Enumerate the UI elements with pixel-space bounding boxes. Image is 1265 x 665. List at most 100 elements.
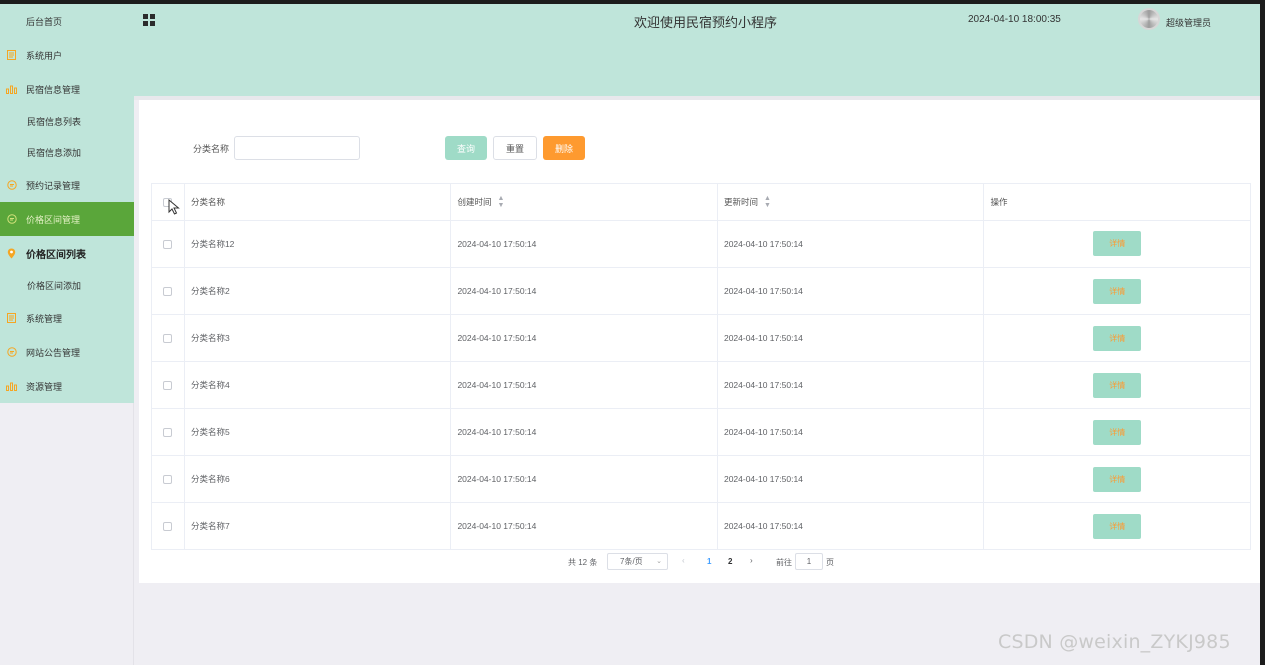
- cell-updated: 2024-04-10 17:50:14: [718, 456, 985, 502]
- sidebar-item-price-range-add[interactable]: 价格区间添加: [0, 270, 134, 301]
- cell-created: 2024-04-10 17:50:14: [451, 503, 718, 549]
- sidebar: 后台首页 系统用户 民宿信息管理 民宿信息列表 民宿信息添加 预约记录管理 价格…: [0, 4, 134, 665]
- page-unit-label: 页: [826, 558, 834, 567]
- cell-name: 分类名称12: [185, 221, 452, 267]
- row-checkbox[interactable]: [163, 521, 173, 531]
- avatar[interactable]: [1138, 8, 1160, 30]
- row-select-cell: [152, 409, 185, 455]
- cell-actions: 详情: [984, 315, 1250, 361]
- sidebar-menu: 后台首页 系统用户 民宿信息管理 民宿信息列表 民宿信息添加 预约记录管理 价格…: [0, 4, 134, 403]
- cell-actions: 详情: [984, 221, 1250, 267]
- table-row: 分类名称3 2024-04-10 17:50:14 2024-04-10 17:…: [152, 315, 1250, 362]
- cell-updated: 2024-04-10 17:50:14: [718, 268, 985, 314]
- cell-actions: 详情: [984, 456, 1250, 502]
- detail-button[interactable]: 详情: [1093, 372, 1142, 398]
- page-size-select[interactable]: 7条/页 ⌄: [607, 553, 668, 570]
- page-number-1[interactable]: 1: [707, 557, 711, 566]
- main-panel: 分类名称 查询 重置 删除 分类名称 创建时间 ▲▼ 更新时间 ▲▼ 操作: [139, 100, 1260, 583]
- detail-button[interactable]: 详情: [1093, 466, 1142, 492]
- cell-name: 分类名称6: [185, 456, 452, 502]
- row-select-cell: [152, 315, 185, 361]
- column-header-updated[interactable]: 更新时间 ▲ ▼: [718, 184, 985, 220]
- row-select-cell: [152, 268, 185, 314]
- sort-icon[interactable]: ▲ ▼: [764, 195, 771, 209]
- cell-actions: 详情: [984, 268, 1250, 314]
- sidebar-item-booking-records[interactable]: 预约记录管理: [0, 168, 134, 202]
- row-checkbox[interactable]: [163, 474, 173, 484]
- document-icon: [6, 50, 17, 61]
- sidebar-item-resources[interactable]: 资源管理: [0, 369, 134, 403]
- cell-updated: 2024-04-10 17:50:14: [718, 503, 985, 549]
- row-checkbox[interactable]: [163, 286, 173, 296]
- datetime-display: 2024-04-10 18:00:35: [968, 14, 1061, 25]
- sidebar-item-announcements[interactable]: 网站公告管理: [0, 335, 134, 369]
- pagination-total: 共 12 条: [568, 558, 598, 567]
- sort-icon[interactable]: ▲ ▼: [497, 195, 504, 209]
- table-row: 分类名称4 2024-04-10 17:50:14 2024-04-10 17:…: [152, 362, 1250, 409]
- row-checkbox[interactable]: [163, 333, 173, 343]
- row-checkbox[interactable]: [163, 427, 173, 437]
- detail-button[interactable]: 详情: [1093, 419, 1142, 445]
- row-checkbox[interactable]: [163, 239, 173, 249]
- username-label[interactable]: 超级管理员: [1166, 16, 1211, 29]
- cell-name: 分类名称7: [185, 503, 452, 549]
- reset-button[interactable]: 重置: [493, 136, 537, 160]
- grid-menu-icon[interactable]: [143, 14, 155, 26]
- sidebar-item-label: 民宿信息添加: [27, 148, 82, 158]
- table-row: 分类名称2 2024-04-10 17:50:14 2024-04-10 17:…: [152, 268, 1250, 315]
- cell-actions: 详情: [984, 409, 1250, 455]
- row-select-cell: [152, 362, 185, 408]
- pagination: 共 12 条 7条/页 ⌄ ‹ 1 2 › 前往 1 页: [139, 553, 1260, 571]
- detail-button[interactable]: 详情: [1093, 325, 1142, 351]
- column-header-actions: 操作: [984, 184, 1250, 220]
- column-header-label: 分类名称: [190, 197, 225, 207]
- detail-button[interactable]: 详情: [1093, 278, 1142, 304]
- goto-page-input[interactable]: 1: [795, 553, 823, 570]
- detail-button[interactable]: 详情: [1093, 513, 1142, 539]
- table-header-row: 分类名称 创建时间 ▲ ▼ 更新时间 ▲ ▼ 操作: [152, 184, 1250, 221]
- table-row: 分类名称5 2024-04-10 17:50:14 2024-04-10 17:…: [152, 409, 1250, 456]
- chat-bubble-icon: [6, 214, 17, 225]
- page-number-2[interactable]: 2: [728, 557, 732, 566]
- document-icon: [6, 313, 17, 324]
- detail-button[interactable]: 详情: [1093, 231, 1142, 256]
- sidebar-item-home[interactable]: 后台首页: [0, 4, 134, 38]
- cell-updated: 2024-04-10 17:50:14: [718, 315, 985, 361]
- chevron-down-icon: ⌄: [656, 558, 662, 565]
- cell-updated: 2024-04-10 17:50:14: [718, 409, 985, 455]
- sidebar-item-homestay-add[interactable]: 民宿信息添加: [0, 137, 134, 168]
- sidebar-item-label: 价格区间添加: [27, 281, 82, 291]
- cell-name: 分类名称5: [185, 409, 452, 455]
- sidebar-item-system-users[interactable]: 系统用户: [0, 38, 134, 72]
- sidebar-item-system-management[interactable]: 系统管理: [0, 301, 134, 335]
- sidebar-item-homestay-list[interactable]: 民宿信息列表: [0, 106, 134, 137]
- sidebar-item-label: 价格区间管理: [26, 214, 81, 225]
- cell-created: 2024-04-10 17:50:14: [451, 456, 718, 502]
- next-page-icon[interactable]: ›: [750, 556, 753, 565]
- row-checkbox[interactable]: [163, 380, 173, 390]
- cell-name: 分类名称3: [185, 315, 452, 361]
- table-row: 分类名称12 2024-04-10 17:50:14 2024-04-10 17…: [152, 221, 1250, 268]
- sidebar-item-homestay-info[interactable]: 民宿信息管理: [0, 72, 134, 106]
- category-name-input[interactable]: [234, 136, 360, 160]
- window-right-border: [1260, 0, 1265, 665]
- table-row: 分类名称7 2024-04-10 17:50:14 2024-04-10 17:…: [152, 503, 1250, 549]
- column-header-created[interactable]: 创建时间 ▲ ▼: [451, 184, 718, 220]
- search-button[interactable]: 查询: [445, 136, 487, 160]
- sidebar-item-label: 后台首页: [26, 16, 63, 27]
- location-pin-icon: [6, 248, 17, 259]
- sidebar-empty-area: [0, 403, 134, 665]
- cell-actions: 详情: [984, 503, 1250, 549]
- sidebar-item-label: 系统用户: [26, 50, 63, 61]
- cell-created: 2024-04-10 17:50:14: [451, 315, 718, 361]
- sidebar-item-price-range[interactable]: 价格区间管理: [0, 202, 134, 236]
- sidebar-item-price-range-list[interactable]: 价格区间列表: [0, 236, 134, 270]
- sidebar-item-label: 民宿信息列表: [27, 117, 82, 127]
- delete-button[interactable]: 删除: [543, 136, 585, 160]
- sidebar-item-label: 预约记录管理: [26, 180, 81, 191]
- chat-bubble-icon: [6, 347, 17, 358]
- filter-label: 分类名称: [193, 144, 230, 154]
- data-table: 分类名称 创建时间 ▲ ▼ 更新时间 ▲ ▼ 操作 分类名称12 2024-04-1…: [151, 183, 1251, 550]
- table-row: 分类名称6 2024-04-10 17:50:14 2024-04-10 17:…: [152, 456, 1250, 503]
- prev-page-icon[interactable]: ‹: [682, 556, 685, 565]
